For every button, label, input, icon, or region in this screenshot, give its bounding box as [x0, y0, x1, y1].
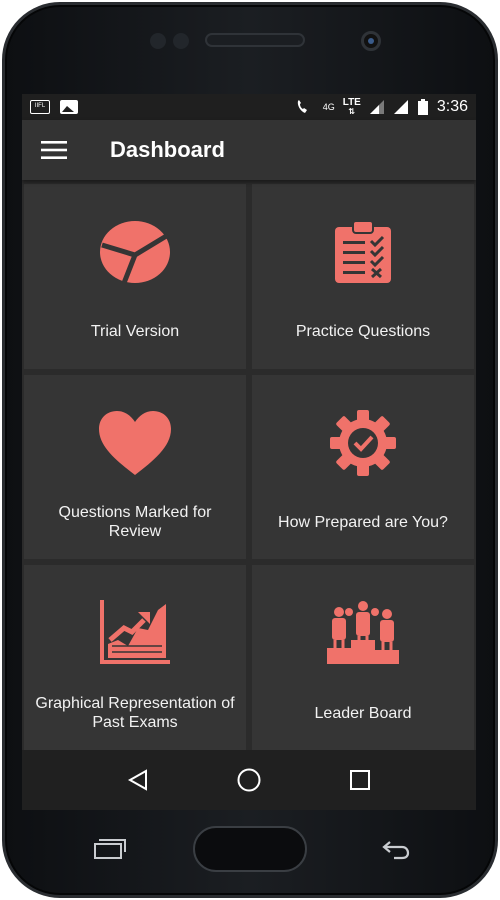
tile-label: Practice Questions: [295, 323, 431, 341]
clock: 3:36: [436, 98, 468, 115]
nav-bar: [22, 750, 476, 810]
light-sensor: [173, 33, 189, 49]
dashboard-grid: Trial Version Practice Questions Questio…: [22, 180, 476, 750]
signal-icon: [369, 100, 384, 114]
hardware-back-icon[interactable]: [380, 838, 410, 860]
hardware-recents-icon[interactable]: [93, 838, 127, 860]
signal-icon-2: [393, 100, 408, 114]
image-icon: [60, 100, 78, 114]
tile-label: How Prepared are You?: [278, 513, 448, 531]
hardware-home-button[interactable]: [193, 826, 307, 872]
tile-label: Questions Marked for Review: [58, 504, 212, 541]
app-bar: Dashboard: [22, 120, 476, 180]
hamburger-icon[interactable]: [22, 120, 86, 180]
page-title: Dashboard: [110, 137, 225, 162]
growth-chart-icon: [95, 593, 175, 673]
heart-icon: [95, 403, 175, 483]
screen: IIFL 4G LTE ⇅ 3:36 Dashboard Trial Versi…: [22, 94, 476, 810]
wifi-call-icon: [297, 100, 307, 113]
tile-label: Leader Board: [314, 704, 412, 722]
clipboard-checklist-icon: [323, 212, 403, 292]
back-triangle-icon[interactable]: [118, 760, 158, 800]
earpiece-speaker: [205, 33, 305, 47]
network-4g-label: 4G: [322, 102, 335, 112]
front-camera: [361, 31, 381, 51]
notification-text: IIFL: [34, 103, 46, 109]
pie-chart-icon: [95, 212, 175, 292]
status-bar: IIFL 4G LTE ⇅ 3:36: [22, 94, 476, 120]
notification-icon: IIFL: [30, 100, 50, 114]
lte-indicator: LTE ⇅: [342, 97, 361, 117]
gear-check-icon: [323, 403, 403, 483]
tile-how-prepared-are-you[interactable]: How Prepared are You?: [252, 374, 474, 560]
recents-square-icon[interactable]: [340, 760, 380, 800]
home-circle-icon[interactable]: [229, 760, 269, 800]
tile-label: Graphical Representation of Past Exams: [35, 695, 235, 731]
data-arrows-icon: ⇅: [348, 107, 356, 116]
podium-people-icon: [323, 593, 403, 673]
proximity-sensor: [150, 33, 166, 49]
battery-icon: [417, 99, 428, 115]
lte-label: LTE: [342, 97, 361, 108]
tile-practice-questions[interactable]: Practice Questions: [252, 184, 474, 369]
tile-leader-board[interactable]: Leader Board: [252, 565, 474, 750]
tile-trial-version[interactable]: Trial Version: [24, 184, 246, 369]
tile-label: Trial Version: [90, 323, 180, 341]
tile-graphical-representation[interactable]: Graphical Representation of Past Exams: [24, 565, 246, 750]
tile-questions-marked-for-review[interactable]: Questions Marked for Review: [24, 374, 246, 560]
